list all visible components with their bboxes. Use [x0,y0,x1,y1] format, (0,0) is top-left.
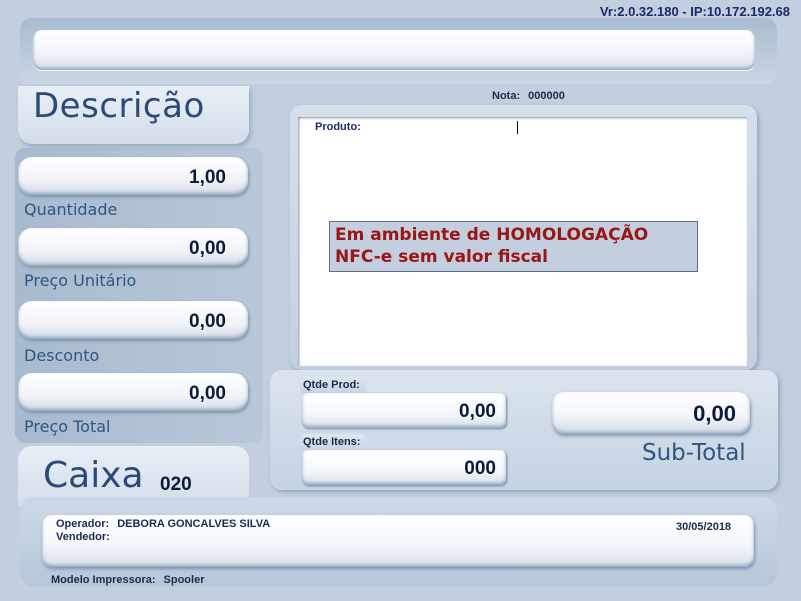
qtde-prod-value: 0,00 [459,401,496,422]
printer-line: Modelo Impressora: Spooler [51,574,204,586]
printer-label: Modelo Impressora: [51,574,156,586]
operator-value: DEBORA GONCALVES SILVA [117,518,271,530]
caixa-number: 020 [160,474,192,495]
operator-line: Operador: DEBORA GONCALVES SILVA [56,518,270,530]
qtde-prod-label: Qtde Prod: [303,379,360,391]
homologation-line-2: NFC-e sem valor fiscal [335,247,548,267]
product-description-bar [33,30,755,70]
qtde-prod-field[interactable]: 0,00 [302,393,506,428]
unit-price-value: 0,00 [189,238,226,259]
operator-label: Operador: [56,518,110,530]
seller-label: Vendedor: [56,531,110,543]
caixa-title: Caixa [43,455,144,496]
description-title: Descrição [33,86,205,126]
quantity-field[interactable]: 1,00 [18,157,248,195]
nota-info: Nota: 000000 [492,90,565,102]
text-caret [517,121,518,134]
quantity-label: Quantidade [24,200,118,219]
subtotal-label: Sub-Total [642,440,746,466]
discount-label: Desconto [24,346,100,365]
homologation-line-1: Em ambiente de HOMOLOGAÇÃO [335,225,649,245]
discount-value: 0,00 [189,311,226,332]
quantity-value: 1,00 [189,167,226,188]
nota-label: Nota: [492,90,521,102]
date-display: 30/05/2018 [676,521,732,533]
total-price-label: Preço Total [24,417,111,436]
version-ip-info: Vr:2.0.32.180 - IP:10.172.192.68 [599,4,790,19]
qtde-itens-value: 000 [464,458,496,479]
produto-label: Produto: [315,121,361,133]
subtotal-field[interactable]: 0,00 [552,392,750,434]
seller-line: Vendedor: [56,531,118,543]
discount-field[interactable]: 0,00 [18,301,248,339]
total-price-value: 0,00 [189,383,226,404]
unit-price-label: Preço Unitário [24,271,137,290]
unit-price-field[interactable]: 0,00 [18,228,248,266]
printer-value: Spooler [163,574,205,586]
subtotal-value: 0,00 [693,401,736,426]
homologation-notice: Em ambiente de HOMOLOGAÇÃO NFC-e sem val… [329,221,698,272]
qtde-itens-field[interactable]: 000 [302,450,506,485]
total-price-field[interactable]: 0,00 [18,373,248,411]
nota-value: 000000 [528,90,565,102]
qtde-itens-label: Qtde Itens: [303,436,361,448]
